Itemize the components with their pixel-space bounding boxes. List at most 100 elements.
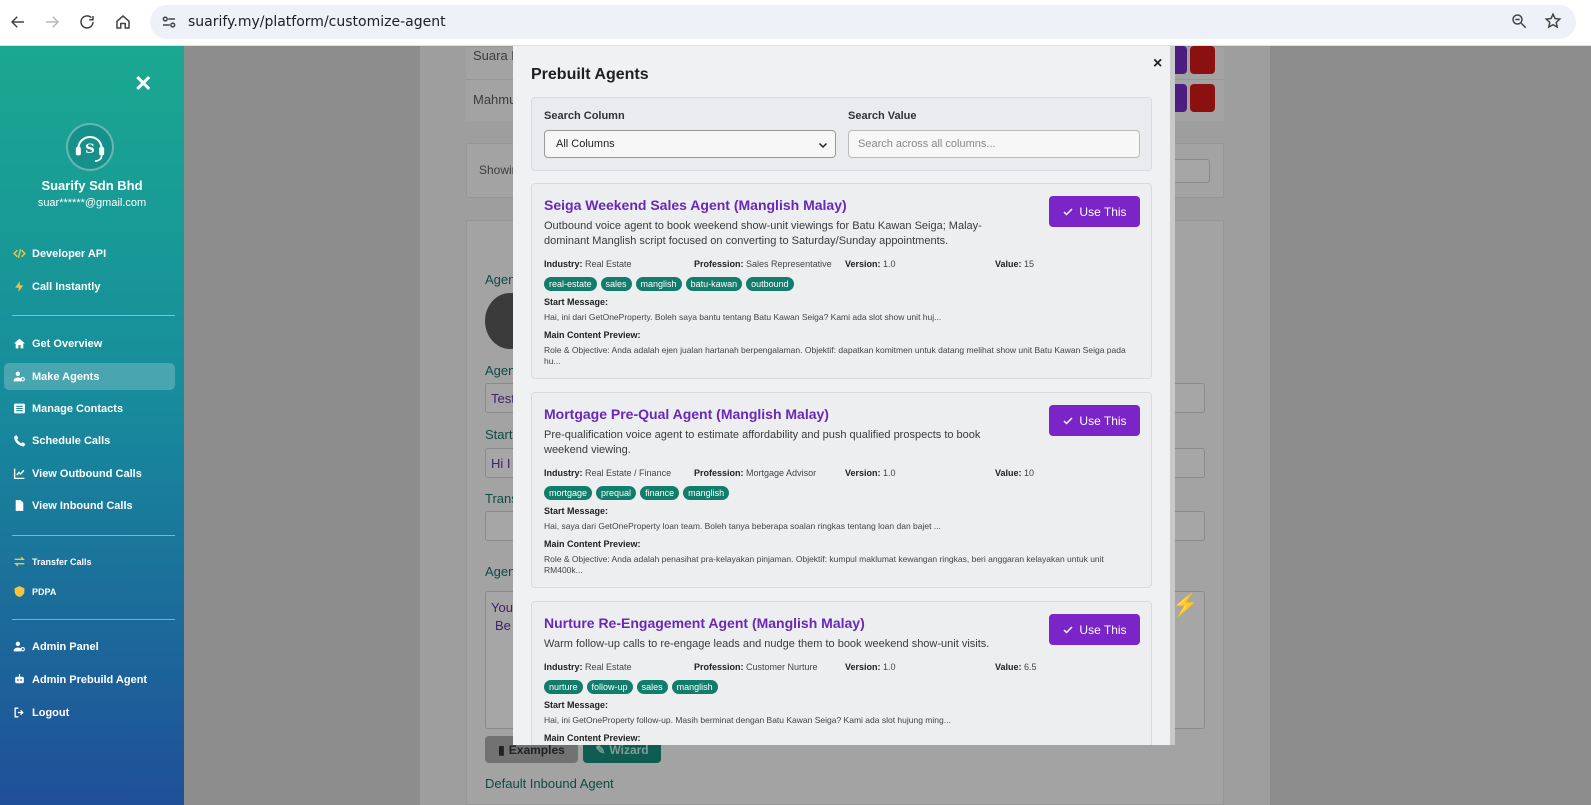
sidebar-item-schedule-calls[interactable]: Schedule Calls bbox=[4, 427, 175, 454]
user-gear-icon bbox=[13, 641, 25, 652]
reload-button[interactable] bbox=[69, 4, 105, 40]
value-value: 15 bbox=[1024, 259, 1035, 269]
check-icon bbox=[1063, 416, 1073, 425]
sidebar-divider bbox=[12, 315, 175, 316]
agent-profession: Profession: Sales Representative bbox=[694, 259, 832, 269]
edit-button[interactable] bbox=[1175, 84, 1187, 112]
form-label: Agen bbox=[485, 272, 516, 287]
sidebar-item-label: Admin Prebuild Agent bbox=[32, 673, 148, 686]
sidebar-item-label: View Outbound Calls bbox=[32, 467, 142, 480]
agent-name: Mortgage Pre-Qual Agent (Manglish Malay) bbox=[544, 406, 829, 422]
site-settings-icon[interactable] bbox=[160, 13, 178, 31]
chart-line-icon bbox=[13, 468, 25, 480]
arrow-right-icon bbox=[46, 16, 60, 28]
bookmark-star-icon[interactable] bbox=[1544, 12, 1562, 30]
sidebar-item-admin-prebuild-agent[interactable]: Admin Prebuild Agent bbox=[4, 666, 175, 693]
profession-label: Profession: bbox=[694, 259, 744, 269]
agent-card: Seiga Weekend Sales Agent (Manglish Mala… bbox=[531, 183, 1152, 379]
search-value-placeholder: Search across all columns... bbox=[858, 138, 996, 150]
industry-value: Real Estate bbox=[585, 259, 632, 269]
bolt-icon[interactable]: ⚡ bbox=[1172, 592, 1199, 618]
tag: sales bbox=[636, 680, 668, 694]
version-label: Version: bbox=[845, 662, 881, 672]
use-this-button[interactable]: Use This bbox=[1049, 614, 1140, 645]
page-size-select[interactable] bbox=[1170, 159, 1210, 183]
use-this-label: Use This bbox=[1079, 622, 1127, 637]
tag: follow-up bbox=[586, 680, 633, 694]
version-label: Version: bbox=[845, 259, 881, 269]
search-filter-panel: Search Column Search Value All Columns S… bbox=[531, 97, 1152, 171]
check-icon bbox=[1063, 625, 1073, 634]
sidebar-item-view-inbound-calls[interactable]: View Inbound Calls bbox=[4, 492, 175, 519]
sidebar-item-get-overview[interactable]: Get Overview bbox=[4, 330, 175, 357]
modal-scrollbar[interactable] bbox=[1170, 46, 1175, 745]
svg-text:S: S bbox=[85, 141, 95, 157]
sidebar-item-label: View Inbound Calls bbox=[32, 499, 133, 512]
modal-title: Prebuilt Agents bbox=[531, 66, 649, 83]
version-value: 1.0 bbox=[883, 259, 896, 269]
robot-icon bbox=[15, 674, 24, 684]
file-icon bbox=[15, 500, 24, 511]
prebuilt-agents-modal: Prebuilt Agents × Search Column Search V… bbox=[513, 46, 1175, 745]
sidebar-close-icon[interactable]: ✕ bbox=[134, 71, 152, 97]
sidebar-divider bbox=[12, 535, 175, 536]
use-this-button[interactable]: Use This bbox=[1049, 405, 1140, 436]
sidebar-item-logout[interactable]: Logout bbox=[4, 699, 175, 726]
home-button[interactable] bbox=[105, 4, 141, 40]
profession-value: Sales Representative bbox=[746, 259, 832, 269]
sidebar-item-label: Logout bbox=[32, 706, 70, 719]
prompt-text: Be bbox=[495, 618, 511, 633]
sidebar-divider bbox=[12, 619, 175, 620]
delete-button[interactable] bbox=[1190, 46, 1215, 74]
sidebar-item-transfer-calls[interactable]: Transfer Calls bbox=[4, 548, 175, 575]
user-email: suar******@gmail.com bbox=[37, 197, 147, 209]
org-name: Suarify Sdn Bhd bbox=[41, 178, 143, 193]
start-message-text: Hai, ini GetOneProperty follow-up. Masih… bbox=[544, 715, 951, 725]
tag: manglish bbox=[683, 486, 730, 500]
sidebar-item-label: Admin Panel bbox=[32, 640, 99, 653]
start-message-text: Hai, ini dari GetOneProperty. Boleh saya… bbox=[544, 312, 942, 322]
zoom-icon[interactable] bbox=[1510, 12, 1528, 30]
sidebar-item-call-instantly[interactable]: Call Instantly bbox=[4, 273, 175, 300]
sidebar-item-developer-api[interactable]: Developer API bbox=[4, 240, 175, 267]
edit-button[interactable] bbox=[1175, 46, 1187, 74]
agent-value: Value: 6.5 bbox=[995, 662, 1037, 672]
sidebar-item-make-agents[interactable]: Make Agents bbox=[4, 363, 175, 390]
main-content-text: Role & Objective: Anda adalah ejen juala… bbox=[544, 345, 1126, 366]
search-value-input[interactable]: Search across all columns... bbox=[848, 130, 1140, 158]
profession-value: Customer Nurture bbox=[746, 662, 818, 672]
address-bar[interactable]: suarify.my/platform/customize-agent bbox=[150, 5, 1576, 39]
tag: real-estate bbox=[544, 277, 597, 291]
tag: manglish bbox=[671, 680, 718, 694]
agent-description: Warm follow-up calls to re-engage leads … bbox=[544, 638, 990, 650]
agent-industry: Industry: Real Estate bbox=[544, 259, 632, 269]
url-text[interactable]: suarify.my/platform/customize-agent bbox=[188, 14, 446, 30]
main-content-label: Main Content Preview: bbox=[544, 539, 641, 549]
profession-value: Mortgage Advisor bbox=[746, 468, 817, 478]
sidebar-item-admin-panel[interactable]: Admin Panel bbox=[4, 633, 175, 660]
company-logo: S bbox=[66, 123, 114, 171]
search-column-select[interactable]: All Columns bbox=[544, 130, 836, 158]
start-message-value: Hi I bbox=[491, 456, 511, 471]
main-content-text: Role & Objective: Anda adalah penasihat … bbox=[544, 554, 1104, 575]
agent-version: Version: 1.0 bbox=[845, 468, 896, 478]
delete-button[interactable] bbox=[1190, 84, 1215, 112]
use-this-button[interactable]: Use This bbox=[1049, 196, 1140, 227]
agent-name: Seiga Weekend Sales Agent (Manglish Mala… bbox=[544, 197, 847, 213]
prompt-text: You bbox=[491, 600, 513, 615]
sidebar-item-pdpa[interactable]: PDPA bbox=[4, 578, 175, 605]
sidebar-item-manage-contacts[interactable]: Manage Contacts bbox=[4, 395, 175, 422]
list-icon bbox=[14, 403, 25, 414]
sidebar-item-view-outbound-calls[interactable]: View Outbound Calls bbox=[4, 460, 175, 487]
back-button[interactable] bbox=[0, 4, 36, 40]
agent-tags: nurture follow-up sales manglish bbox=[544, 680, 718, 694]
home-icon bbox=[14, 338, 25, 349]
chevron-down-icon bbox=[818, 142, 828, 149]
agent-description: Outbound voice agent to book weekend sho… bbox=[544, 220, 982, 247]
agent-profession: Profession: Customer Nurture bbox=[694, 662, 818, 672]
modal-close-icon[interactable]: × bbox=[1153, 55, 1162, 73]
value-label: Value: bbox=[995, 468, 1022, 478]
forward-button[interactable] bbox=[34, 4, 70, 40]
sidebar-item-label: Make Agents bbox=[32, 370, 100, 383]
sidebar-item-label: Transfer Calls bbox=[32, 556, 92, 567]
